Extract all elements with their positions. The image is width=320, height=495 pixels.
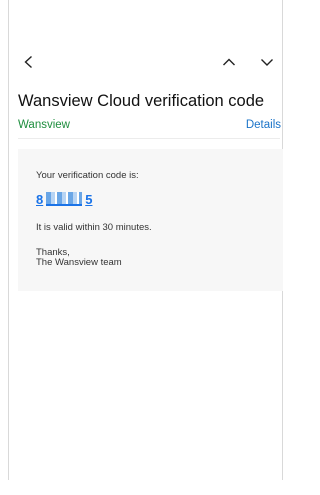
email-body-card: Your verification code is: 8 5 It is val…: [18, 149, 283, 291]
sender-name[interactable]: Wansview: [18, 118, 70, 132]
chevron-up-icon: [223, 58, 235, 66]
chevron-down-icon: [261, 59, 273, 66]
code-redaction-mask: [46, 192, 83, 206]
previous-message-button[interactable]: [213, 46, 245, 78]
code-intro-text: Your verification code is:: [36, 170, 139, 181]
next-message-button[interactable]: [251, 46, 283, 78]
code-first-digit: 8: [36, 191, 44, 207]
email-subject: Wansview Cloud verification code: [18, 92, 265, 110]
signature-text: The Wansview team: [36, 257, 122, 268]
chevron-left-icon: [24, 55, 32, 69]
validity-text: It is valid within 30 minutes.: [36, 222, 152, 233]
details-link[interactable]: Details: [246, 118, 281, 132]
back-button[interactable]: [13, 46, 45, 78]
code-last-digit: 5: [85, 191, 93, 207]
header-divider: [18, 138, 280, 139]
verification-code-link[interactable]: 8 5: [36, 191, 92, 207]
message-toolbar: [9, 46, 283, 82]
